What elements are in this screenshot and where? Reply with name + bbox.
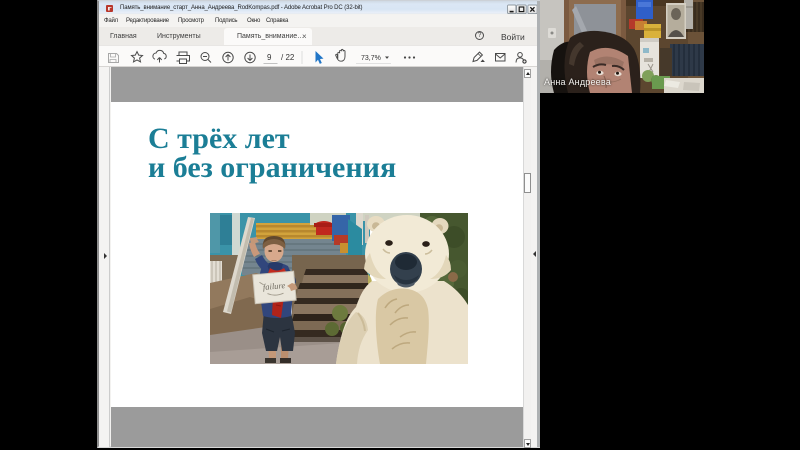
svg-text:9: 9	[267, 53, 272, 62]
svg-text:failure: failure	[262, 280, 285, 292]
svg-text:/ 22: / 22	[281, 53, 295, 62]
svg-text:73,7%: 73,7%	[361, 55, 381, 62]
